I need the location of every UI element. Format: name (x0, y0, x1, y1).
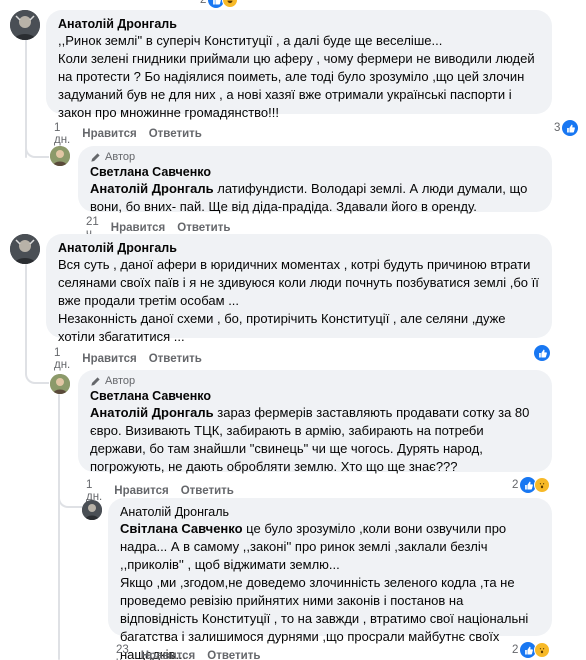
avatar[interactable] (82, 500, 102, 520)
author-badge-label: Автор (105, 375, 136, 387)
comment-author[interactable]: Светлана Савченко (90, 388, 540, 404)
like-button[interactable]: Нравится (111, 222, 165, 234)
pen-icon (91, 152, 100, 162)
comment-time[interactable]: 1 дн. (54, 122, 70, 146)
comment-text: Світлана Савченко це було зрозуміло ,кол… (120, 520, 540, 660)
reply-button[interactable]: Ответить (181, 485, 234, 497)
thread-connector (25, 366, 49, 384)
comment-text: ,,Ринок землі'' в суперіч Конституції , … (58, 33, 535, 120)
comment-bubble: Анатолій Дронгаль Вся суть , даної афери… (46, 234, 552, 344)
comment-author[interactable]: Анатолій Дронгаль (58, 240, 540, 256)
avatar[interactable] (50, 374, 70, 394)
like-button[interactable]: Нравится (114, 485, 168, 497)
haha-reaction-icon (222, 0, 239, 8)
mention[interactable]: Анатолій Дронгаль (90, 405, 214, 420)
like-button[interactable]: Нравится (82, 128, 136, 140)
reply-button[interactable]: Ответить (177, 222, 230, 234)
avatar[interactable] (10, 10, 40, 40)
author-badge: Автор (90, 150, 540, 164)
avatar[interactable] (50, 146, 70, 166)
thread-connector (25, 140, 49, 158)
thread-connector (58, 490, 82, 508)
comment-text: Анатолій Дронгаль зараз фермерів заставл… (90, 404, 540, 476)
like-reaction-icon (562, 120, 579, 136)
comment-bubble: Анатолій Дронгаль ,,Ринок землі'' в супе… (46, 10, 552, 120)
reactions-count: 2 (512, 479, 519, 491)
mention[interactable]: Світлана Савченко (120, 521, 243, 536)
comment-bubble: Автор Светлана Савченко Анатолій Дронгал… (78, 370, 552, 474)
reactions-count: 3 (554, 122, 561, 134)
thread-line (25, 264, 27, 372)
comment-text: Вся суть , даної афери в юридичних момен… (58, 257, 539, 344)
top-reactions[interactable]: 2 (200, 0, 239, 8)
reactions-count: 2 (200, 0, 207, 6)
comment-author[interactable]: Анатолій Дронгаль (58, 16, 540, 32)
reactions-count: 2 (512, 644, 519, 656)
comment-author[interactable]: Анатолій Дронгаль (120, 504, 540, 520)
comment-actions: 1 дн. Нравится Ответить (54, 347, 202, 371)
thread-line (58, 394, 60, 660)
like-reaction-icon (534, 345, 550, 361)
comment-reactions[interactable]: 3 (554, 120, 579, 136)
comment-reactions[interactable]: 2 (512, 642, 551, 658)
like-button[interactable]: Нравится (141, 650, 195, 660)
comment-bubble: Автор Светлана Савченко Анатолій Дронгал… (78, 146, 552, 214)
comment-actions: 1 дн. Нравится Ответить (54, 122, 202, 146)
author-badge-label: Автор (105, 151, 136, 163)
wow-reaction-icon (534, 642, 551, 658)
comment-text: Анатолій Дронгаль латифундисти. Володарі… (90, 180, 540, 216)
comment-text-body: це було зрозуміло ,коли вони озвучили пр… (120, 521, 529, 660)
reply-button[interactable]: Ответить (149, 353, 202, 365)
author-badge: Автор (90, 374, 540, 388)
reply-button[interactable]: Ответить (207, 650, 260, 660)
reply-button[interactable]: Ответить (149, 128, 202, 140)
like-button[interactable]: Нравится (82, 353, 136, 365)
comment-time[interactable]: 23 ч. (116, 644, 129, 660)
comment-reactions[interactable]: 2 (512, 477, 551, 493)
mention[interactable]: Анатолій Дронгаль (90, 181, 214, 196)
wow-reaction-icon (534, 477, 551, 493)
avatar[interactable] (10, 234, 40, 264)
comment-actions: 23 ч. Нравится Ответить (116, 644, 260, 660)
comment-bubble: Анатолій Дронгаль Світлана Савченко це б… (108, 498, 552, 660)
comment-time[interactable]: 1 дн. (54, 347, 70, 371)
comment-author[interactable]: Светлана Савченко (90, 164, 540, 180)
pen-icon (91, 376, 100, 386)
comment-reactions[interactable] (534, 345, 550, 361)
